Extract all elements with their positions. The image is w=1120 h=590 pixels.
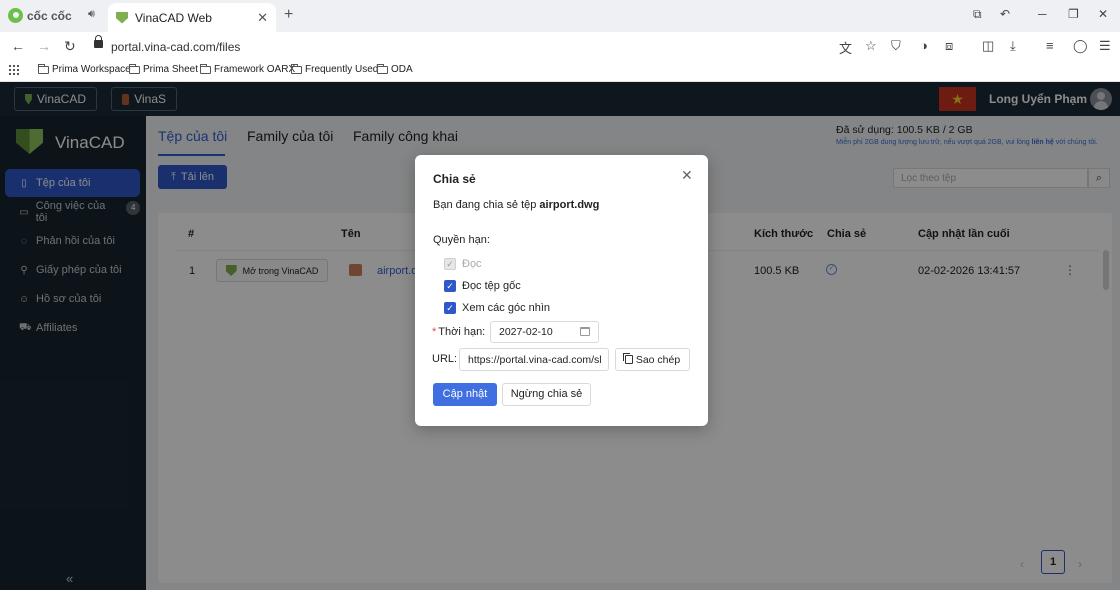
download-icon[interactable]: ⤓: [1010, 38, 1016, 54]
bookmarks-bar: Prima Workspace Prima Sheet Framework OA…: [0, 60, 1120, 82]
shield-icon[interactable]: ⛉: [891, 38, 901, 54]
close-icon[interactable]: ✕: [681, 167, 693, 184]
checkbox-checked-icon: ✓: [444, 280, 456, 292]
vinacad-favicon-icon: [116, 11, 128, 24]
screenshot-icon[interactable]: ⧉: [973, 7, 982, 22]
new-tab-icon[interactable]: +: [284, 6, 293, 24]
url-label: URL:: [432, 353, 458, 365]
restore-icon[interactable]: ❐: [1068, 7, 1079, 21]
window-close-icon[interactable]: ✕: [1098, 7, 1108, 21]
bookmark-item[interactable]: Prima Sheet: [129, 63, 198, 75]
coccoc-logo-icon: [8, 8, 23, 23]
history-icon[interactable]: ↶: [1000, 7, 1010, 21]
copy-url-button[interactable]: Sao chép: [615, 348, 690, 371]
reload-icon[interactable]: ↻: [64, 38, 76, 55]
stop-sharing-button[interactable]: Ngừng chia sẻ: [502, 383, 591, 406]
folder-icon: [129, 63, 140, 74]
share-url-field[interactable]: https://portal.vina-cad.com/sl: [459, 348, 609, 371]
extension-circle-icon[interactable]: ◑: [920, 38, 928, 53]
permissions-label: Quyền hạn:: [433, 234, 490, 246]
tab-title: VinaCAD Web: [135, 10, 212, 25]
expiry-date-picker[interactable]: 2027-02-10: [490, 321, 599, 343]
permission-read-checkbox: ✓ Đọc: [444, 258, 482, 270]
bookmark-item[interactable]: Framework OARX: [200, 63, 295, 75]
folder-icon: [377, 63, 388, 74]
bookmark-item[interactable]: Prima Workspace: [38, 63, 131, 75]
update-share-button[interactable]: Cập nhật: [433, 383, 497, 406]
expiry-label: * Thời hạn:: [432, 326, 486, 338]
folder-icon: [38, 63, 49, 74]
shared-file-name: airport.dwg: [539, 199, 600, 211]
folder-icon: [200, 63, 211, 74]
menu-icon[interactable]: ☰: [1099, 38, 1111, 54]
share-dialog: Chia sẻ ✕ Bạn đang chia sẻ tệp airport.d…: [415, 155, 708, 426]
permission-view-angles-checkbox[interactable]: ✓ Xem các góc nhìn: [444, 302, 550, 314]
split-view-icon[interactable]: ◫: [982, 38, 994, 54]
url-field[interactable]: portal.vina-cad.com/files: [111, 40, 240, 54]
browser-brand-label: cốc cốc: [27, 8, 72, 23]
checkbox-checked-icon: ✓: [444, 302, 456, 314]
bookmark-item[interactable]: ODA: [377, 63, 413, 75]
back-icon[interactable]: ←: [11, 38, 25, 54]
forward-icon[interactable]: →: [37, 38, 51, 54]
copy-icon: [622, 353, 633, 364]
dialog-description: Bạn đang chia sẻ tệp airport.dwg: [433, 199, 600, 211]
dialog-title: Chia sẻ: [433, 172, 476, 186]
speaker-icon[interactable]: 🔊︎: [88, 8, 95, 21]
star-icon[interactable]: ☆: [865, 38, 877, 54]
profile-icon[interactable]: ◯: [1073, 38, 1088, 54]
playlist-icon[interactable]: ≡: [1046, 38, 1054, 53]
folder-icon: [291, 63, 302, 74]
checkbox-checked-icon: ✓: [444, 258, 456, 270]
lock-icon[interactable]: [94, 35, 103, 48]
browser-tab-vinacad[interactable]: VinaCAD Web ✕: [108, 3, 276, 32]
apps-grid-icon[interactable]: [8, 64, 19, 75]
minimize-icon[interactable]: ─: [1038, 7, 1047, 21]
browser-brand[interactable]: cốc cốc: [8, 8, 72, 23]
browser-tab-bar: cốc cốc 🔊︎ VinaCAD Web ✕ + ⧉ ↶ ─ ❐ ✕: [0, 0, 1120, 32]
calendar-icon: [580, 327, 590, 336]
close-icon[interactable]: ✕: [257, 10, 268, 26]
bookmark-item[interactable]: Frequently Used: [291, 63, 378, 75]
translate-icon[interactable]: 文: [839, 38, 852, 57]
permission-read-original-checkbox[interactable]: ✓ Đọc tệp gốc: [444, 280, 521, 292]
puzzle-icon[interactable]: ⧈: [945, 38, 953, 54]
address-bar: ← → ↻ portal.vina-cad.com/files 文 ☆ ⛉ ◑ …: [0, 32, 1120, 60]
